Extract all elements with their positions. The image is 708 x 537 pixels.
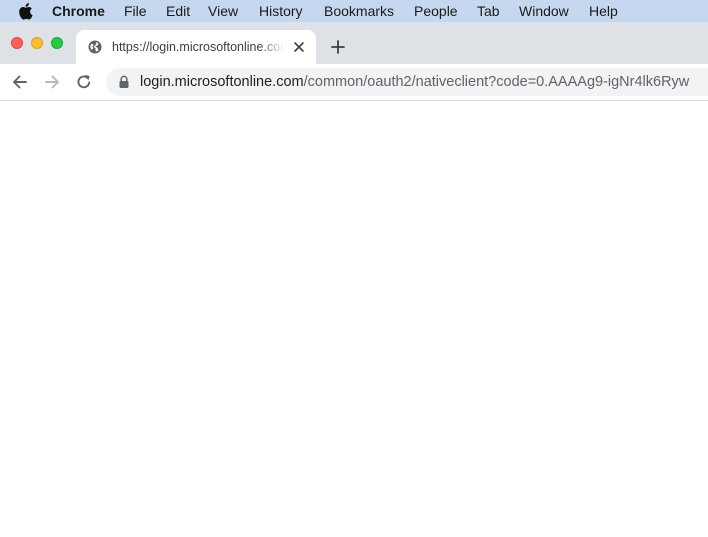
menu-bookmarks[interactable]: Bookmarks (324, 3, 394, 19)
menu-edit[interactable]: Edit (166, 3, 190, 19)
lock-icon[interactable] (118, 75, 130, 89)
menu-view[interactable]: View (208, 3, 238, 19)
apple-icon[interactable] (17, 2, 33, 20)
menu-app-chrome[interactable]: Chrome (52, 3, 105, 19)
menu-file[interactable]: File (124, 3, 147, 19)
new-tab-icon[interactable] (330, 39, 346, 55)
tab-active[interactable]: https://login.microsoftonline.com/common… (76, 30, 316, 64)
url-domain: login.microsoftonline.com (140, 74, 304, 90)
back-arrow-icon[interactable] (11, 73, 29, 91)
screen: Chrome File Edit View History Bookmarks … (0, 0, 708, 537)
menu-tab[interactable]: Tab (477, 3, 500, 19)
menu-people[interactable]: People (414, 3, 458, 19)
menu-help[interactable]: Help (589, 3, 618, 19)
tab-close-icon[interactable] (292, 40, 306, 54)
page-content (0, 101, 708, 537)
menu-bar: Chrome File Edit View History Bookmarks … (0, 0, 708, 22)
address-bar[interactable]: login.microsoftonline.com/common/oauth2/… (106, 68, 708, 96)
address-url[interactable]: login.microsoftonline.com/common/oauth2/… (140, 74, 689, 91)
forward-arrow-icon[interactable] (43, 73, 61, 91)
window-close-button[interactable] (11, 37, 23, 49)
url-path: /common/oauth2/nativeclient?code=0.AAAAg… (303, 74, 690, 90)
menu-window[interactable]: Window (519, 3, 569, 19)
window-minimize-button[interactable] (31, 37, 43, 49)
globe-icon (88, 40, 102, 54)
toolbar: login.microsoftonline.com/common/oauth2/… (0, 64, 708, 101)
window-maximize-button[interactable] (51, 37, 63, 49)
menu-history[interactable]: History (259, 3, 303, 19)
tab-title: https://login.microsoftonline.com/common… (112, 40, 284, 54)
reload-icon[interactable] (75, 73, 93, 91)
